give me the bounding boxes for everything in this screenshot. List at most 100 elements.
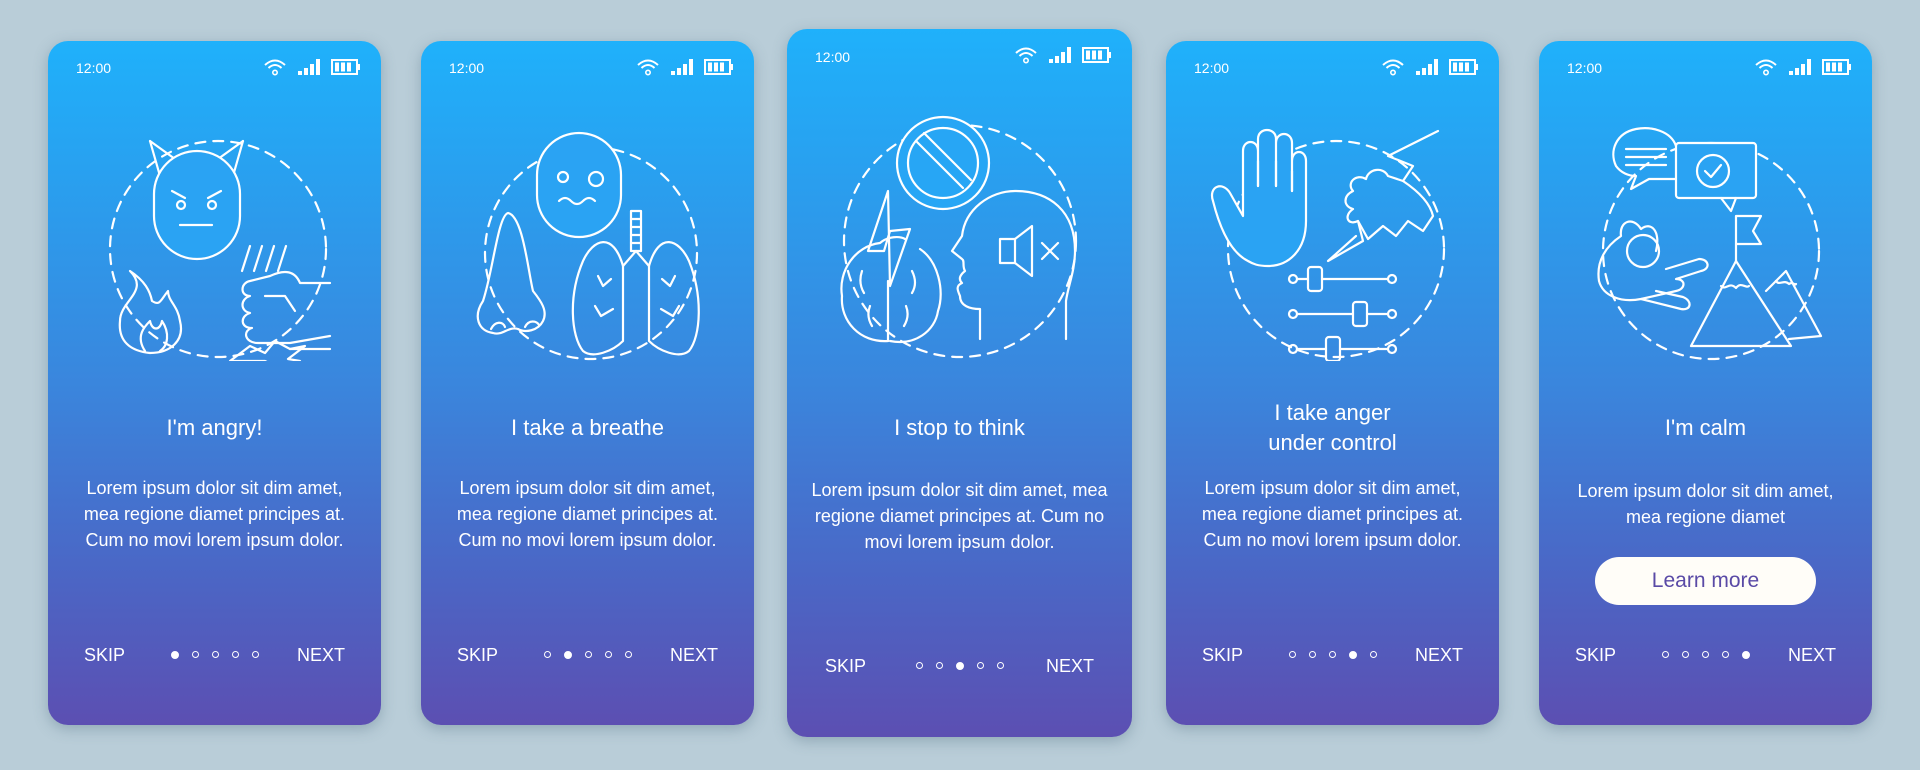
page-dot-3[interactable] bbox=[1701, 651, 1709, 658]
illustration-angry bbox=[90, 121, 340, 361]
next-button[interactable]: NEXT bbox=[1415, 645, 1463, 666]
onboarding-screen-1: 12:00 I'm angry! Lorem ipsum dolor sit d… bbox=[48, 41, 381, 725]
page-dot-2-active[interactable] bbox=[563, 651, 572, 659]
status-time: 12:00 bbox=[1194, 60, 1230, 76]
signal-icon bbox=[1415, 58, 1439, 76]
pagination-dots bbox=[1288, 651, 1377, 659]
page-dot-1[interactable] bbox=[543, 651, 551, 658]
next-button[interactable]: NEXT bbox=[297, 645, 345, 666]
screen-title: I'm calm bbox=[1664, 415, 1747, 440]
battery-icon bbox=[331, 59, 361, 75]
status-bar: 12:00 bbox=[1166, 41, 1499, 101]
screen-description: Lorem ipsum dolor sit dim amet, mea regi… bbox=[1577, 481, 1834, 527]
status-time: 12:00 bbox=[815, 49, 851, 65]
screen-description: Lorem ipsum dolor sit dim amet, mea regi… bbox=[456, 478, 719, 550]
wifi-icon bbox=[1014, 46, 1038, 64]
page-dot-3[interactable] bbox=[211, 651, 219, 658]
screen-title: I'm angry! bbox=[166, 415, 263, 440]
onboarding-screen-5: 12:00 I'm calm Lorem ipsum dolor sit dim… bbox=[1539, 41, 1872, 725]
next-button[interactable]: NEXT bbox=[670, 645, 718, 666]
mountain-flag-icon bbox=[1689, 214, 1822, 348]
skip-button[interactable]: SKIP bbox=[1202, 645, 1243, 666]
sliders-icon bbox=[1287, 265, 1397, 361]
onboarding-nav: SKIP NEXT bbox=[1539, 641, 1872, 671]
pagination-dots bbox=[543, 651, 632, 659]
brain-lightning-icon bbox=[839, 189, 942, 344]
screen-title: I take anger under control bbox=[1166, 398, 1499, 458]
onboarding-nav: SKIP NEXT bbox=[48, 641, 381, 671]
page-dot-4-active[interactable] bbox=[1348, 651, 1357, 659]
fist-lightning-icon bbox=[1326, 129, 1439, 263]
page-dot-3[interactable] bbox=[584, 651, 592, 658]
meditation-hand-icon bbox=[1596, 220, 1709, 311]
signal-icon bbox=[1788, 58, 1812, 76]
onboarding-nav: SKIP NEXT bbox=[421, 641, 754, 671]
skip-button[interactable]: SKIP bbox=[84, 645, 125, 666]
page-dot-2[interactable] bbox=[1681, 651, 1689, 658]
pagination-dots bbox=[915, 662, 1004, 670]
wifi-icon bbox=[1381, 58, 1405, 76]
page-dot-5[interactable] bbox=[624, 651, 632, 658]
head-muted-icon bbox=[950, 189, 1076, 341]
screen-title: I take a breathe bbox=[511, 415, 664, 440]
page-dot-4[interactable] bbox=[1721, 651, 1729, 658]
page-dot-5[interactable] bbox=[996, 662, 1004, 669]
status-time: 12:00 bbox=[1567, 60, 1603, 76]
signal-icon bbox=[1048, 46, 1072, 64]
page-dot-2[interactable] bbox=[191, 651, 199, 658]
page-dot-4[interactable] bbox=[976, 662, 984, 669]
skip-button[interactable]: SKIP bbox=[457, 645, 498, 666]
page-dot-4[interactable] bbox=[604, 651, 612, 658]
page-dot-1[interactable] bbox=[1288, 651, 1296, 658]
illustration-breathe bbox=[463, 121, 713, 361]
screen-description: Lorem ipsum dolor sit dim amet, mea regi… bbox=[83, 478, 346, 550]
onboarding-nav: SKIP NEXT bbox=[1166, 641, 1499, 671]
pagination-dots bbox=[170, 651, 259, 659]
onboarding-screen-3: 12:00 I stop to think Lorem ipsum dolor … bbox=[787, 29, 1132, 737]
speech-bubbles-check-icon bbox=[1611, 127, 1757, 213]
next-button[interactable]: NEXT bbox=[1788, 645, 1836, 666]
page-dot-5[interactable] bbox=[1369, 651, 1377, 658]
status-bar: 12:00 bbox=[421, 41, 754, 101]
next-button[interactable]: NEXT bbox=[1046, 656, 1094, 677]
onboarding-screen-4: 12:00 I take anger under control Lorem i… bbox=[1166, 41, 1499, 725]
stop-hand-icon bbox=[1210, 128, 1307, 268]
onboarding-screen-2: 12:00 I take a breathe Lorem ipsum dolor… bbox=[421, 41, 754, 725]
page-dot-4[interactable] bbox=[231, 651, 239, 658]
status-bar: 12:00 bbox=[48, 41, 381, 101]
battery-icon bbox=[1082, 47, 1112, 63]
page-dot-3-active[interactable] bbox=[955, 662, 964, 670]
status-bar: 12:00 bbox=[787, 29, 1132, 89]
screen-description: Lorem ipsum dolor sit dim amet, mea regi… bbox=[811, 480, 1108, 552]
page-dot-2[interactable] bbox=[1308, 651, 1316, 658]
skip-button[interactable]: SKIP bbox=[1575, 645, 1616, 666]
wifi-icon bbox=[1754, 58, 1778, 76]
illustration-stop-think bbox=[829, 111, 1091, 367]
onboarding-nav: SKIP NEXT bbox=[787, 652, 1132, 682]
pagination-dots bbox=[1661, 651, 1750, 659]
prohibited-icon bbox=[895, 115, 990, 211]
illustration-calm bbox=[1581, 121, 1831, 361]
page-dot-1-active[interactable] bbox=[170, 651, 179, 659]
signal-icon bbox=[670, 58, 694, 76]
battery-icon bbox=[704, 59, 734, 75]
wifi-icon bbox=[263, 58, 287, 76]
page-dot-5-active[interactable] bbox=[1741, 651, 1750, 659]
status-time: 12:00 bbox=[76, 60, 112, 76]
signal-icon bbox=[297, 58, 321, 76]
status-bar: 12:00 bbox=[1539, 41, 1872, 101]
learn-more-button[interactable]: Learn more bbox=[1595, 557, 1816, 605]
wifi-icon bbox=[636, 58, 660, 76]
anxious-face-icon bbox=[535, 131, 622, 239]
screen-title: I stop to think bbox=[894, 415, 1025, 440]
battery-icon bbox=[1449, 59, 1479, 75]
screen-description: Lorem ipsum dolor sit dim amet, mea regi… bbox=[1201, 478, 1464, 550]
page-dot-1[interactable] bbox=[1661, 651, 1669, 658]
page-dot-1[interactable] bbox=[915, 662, 923, 669]
page-dot-2[interactable] bbox=[935, 662, 943, 669]
screen-title-line-2: under control bbox=[1268, 430, 1397, 455]
devil-face-icon bbox=[148, 139, 244, 261]
skip-button[interactable]: SKIP bbox=[825, 656, 866, 677]
page-dot-3[interactable] bbox=[1328, 651, 1336, 658]
page-dot-5[interactable] bbox=[251, 651, 259, 658]
